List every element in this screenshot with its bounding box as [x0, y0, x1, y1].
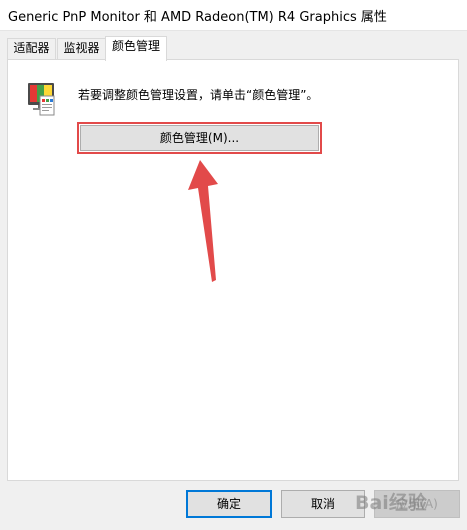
cancel-button[interactable]: 取消 — [281, 490, 365, 518]
tab-color-management[interactable]: 颜色管理 — [105, 36, 167, 61]
arrow-icon — [188, 160, 218, 282]
watermark: Bai经验 — [355, 492, 427, 514]
tab-panel: 若要调整颜色管理设置，请单击“颜色管理”。 颜色管理(M)... — [7, 59, 459, 481]
color-management-description: 若要调整颜色管理设置，请单击“颜色管理”。 — [78, 88, 319, 102]
color-management-button[interactable]: 颜色管理(M)... — [80, 125, 319, 151]
title-bar: Generic PnP Monitor 和 AMD Radeon(TM) R4 … — [0, 0, 467, 31]
ok-button[interactable]: 确定 — [186, 490, 272, 518]
color-management-icon — [28, 83, 55, 116]
tab-adapter[interactable]: 适配器 — [7, 38, 56, 59]
tab-monitor[interactable]: 监视器 — [57, 38, 106, 59]
window-title: Generic PnP Monitor 和 AMD Radeon(TM) R4 … — [8, 10, 387, 25]
